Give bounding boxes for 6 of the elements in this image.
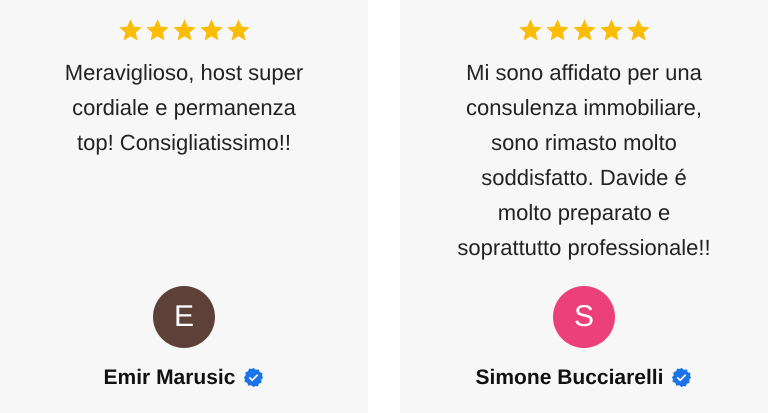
avatar: E xyxy=(153,286,215,348)
reviewer-name: Emir Marusic xyxy=(104,364,236,390)
review-text: Meraviglioso, host super cordiale e permanenza top! Consigliatissimo!! xyxy=(64,59,304,157)
review-text: Mi sono affidato per una consulenza immobiliare, sono rimasto molto soddisfatto. Davide é molto preparato e soprattutto professionale!! xyxy=(456,59,712,262)
avatar: S xyxy=(553,286,615,348)
reviewer-name: Simone Bucciarelli xyxy=(476,364,664,390)
